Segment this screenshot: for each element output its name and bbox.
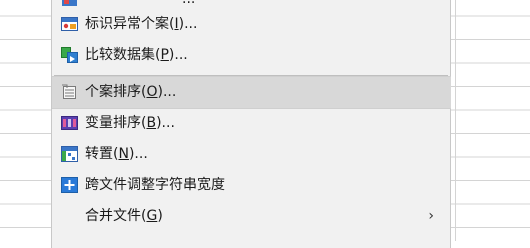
menu-item-compare-datasets[interactable]: 比较数据集(P)...	[52, 40, 450, 71]
menu-item-label: 个案排序(	[85, 84, 147, 100]
sort-cases-icon	[62, 84, 76, 99]
adjust-width-icon	[61, 177, 78, 193]
menu-item-mnemonic: O	[146, 84, 158, 100]
menu-item-adjust-string-widths[interactable]: 跨文件调整字符串宽度	[52, 170, 450, 201]
menu-item-mnemonic: P	[160, 47, 169, 63]
submenu-arrow-icon: ›	[428, 208, 434, 224]
compare-datasets-icon	[61, 47, 78, 63]
menu-item-identify-unusual-cases[interactable]: 标识异常个案(I)...	[52, 9, 450, 40]
menu-item-suffix: )...	[156, 115, 175, 131]
menu-item-label: 比较数据集(	[85, 47, 161, 63]
menu-item-mnemonic: B	[146, 115, 157, 131]
menu-item-suffix: )...	[178, 16, 198, 32]
menu-item-merge-files[interactable]: 合并文件(G) ›	[52, 201, 450, 232]
menu-item-suffix: )...	[128, 146, 148, 162]
menu-item-label: 标识异常个案(	[85, 16, 175, 32]
transpose-icon	[61, 146, 78, 162]
menu-item-label: 合并文件(	[85, 208, 147, 224]
unusual-cases-icon	[61, 17, 78, 31]
menu-item-mnemonic: G	[146, 208, 158, 224]
menu-item-transpose[interactable]: 转置(N)...	[52, 139, 450, 170]
menu-item-sort-cases[interactable]: 个案排序(O)...	[52, 76, 451, 109]
menu-item-suffix: )	[157, 208, 163, 224]
menu-item-label: 转置(	[85, 146, 119, 162]
menu-item-sort-variables[interactable]: 变量排序(B)...	[52, 108, 450, 139]
data-menu-dropdown: ... 标识异常个案(I)... 比较数据集(P)...	[51, 0, 451, 248]
menu-item-mnemonic: N	[118, 146, 129, 162]
menu-item-suffix: )...	[168, 47, 188, 63]
menu-item-label: 变量排序(	[85, 115, 147, 131]
sort-variables-icon	[61, 116, 78, 130]
menu-item-label: 跨文件调整字符串宽度	[85, 177, 225, 193]
define-dataset-icon	[62, 0, 77, 6]
menu-item-suffix: )...	[157, 84, 177, 100]
